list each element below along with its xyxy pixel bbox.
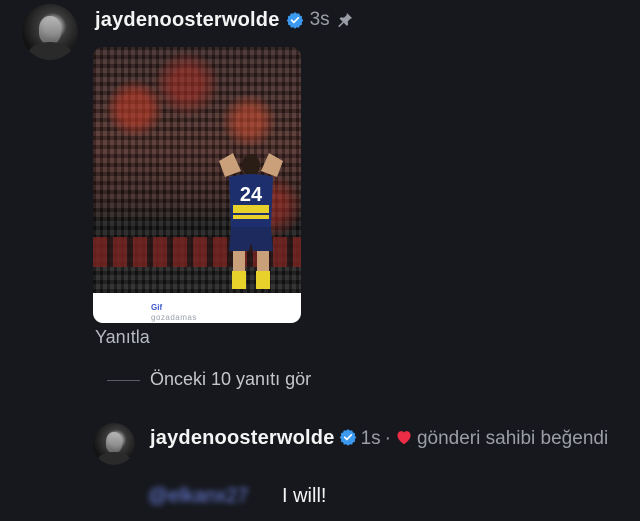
comment-header: jaydenoosterwolde 3s xyxy=(95,5,354,35)
player-figure: 24 xyxy=(219,153,283,289)
view-previous-replies-button[interactable]: Önceki 10 yanıtı gör xyxy=(150,369,311,390)
reply-username[interactable]: jaydenoosterwolde xyxy=(150,427,335,449)
reply-header: jaydenoosterwolde 1s · gönderi sahibi beğ… xyxy=(150,425,620,452)
verified-icon xyxy=(286,12,303,29)
reply-avatar[interactable] xyxy=(93,423,135,465)
reply-button[interactable]: Yanıtla xyxy=(95,327,150,348)
avatar-face xyxy=(105,432,123,454)
pin-icon[interactable] xyxy=(336,11,354,29)
jersey-number: 24 xyxy=(240,184,263,206)
gif-attachment[interactable]: 24 Gif gozadamas xyxy=(93,47,301,323)
gif-footer xyxy=(93,293,301,323)
verified-icon xyxy=(339,429,356,446)
heart-icon xyxy=(397,431,411,445)
thread-divider xyxy=(107,380,140,381)
liked-by-owner-label: gönderi sahibi beğendi xyxy=(416,428,609,449)
comment-username[interactable]: jaydenoosterwolde xyxy=(95,9,280,32)
avatar[interactable] xyxy=(22,4,78,60)
separator-dot: · xyxy=(384,428,391,449)
mention-link[interactable]: @elkanx27 xyxy=(148,484,276,508)
avatar-shoulder xyxy=(97,451,131,465)
reply-text: I will! xyxy=(282,485,327,507)
reply-time: 1s xyxy=(360,428,381,449)
avatar-shoulder xyxy=(27,42,73,60)
gif-label: Gif xyxy=(151,303,163,312)
gif-sublabel: gozadamas xyxy=(151,313,197,322)
comment-time: 3s xyxy=(309,9,330,30)
avatar-face xyxy=(38,16,62,45)
